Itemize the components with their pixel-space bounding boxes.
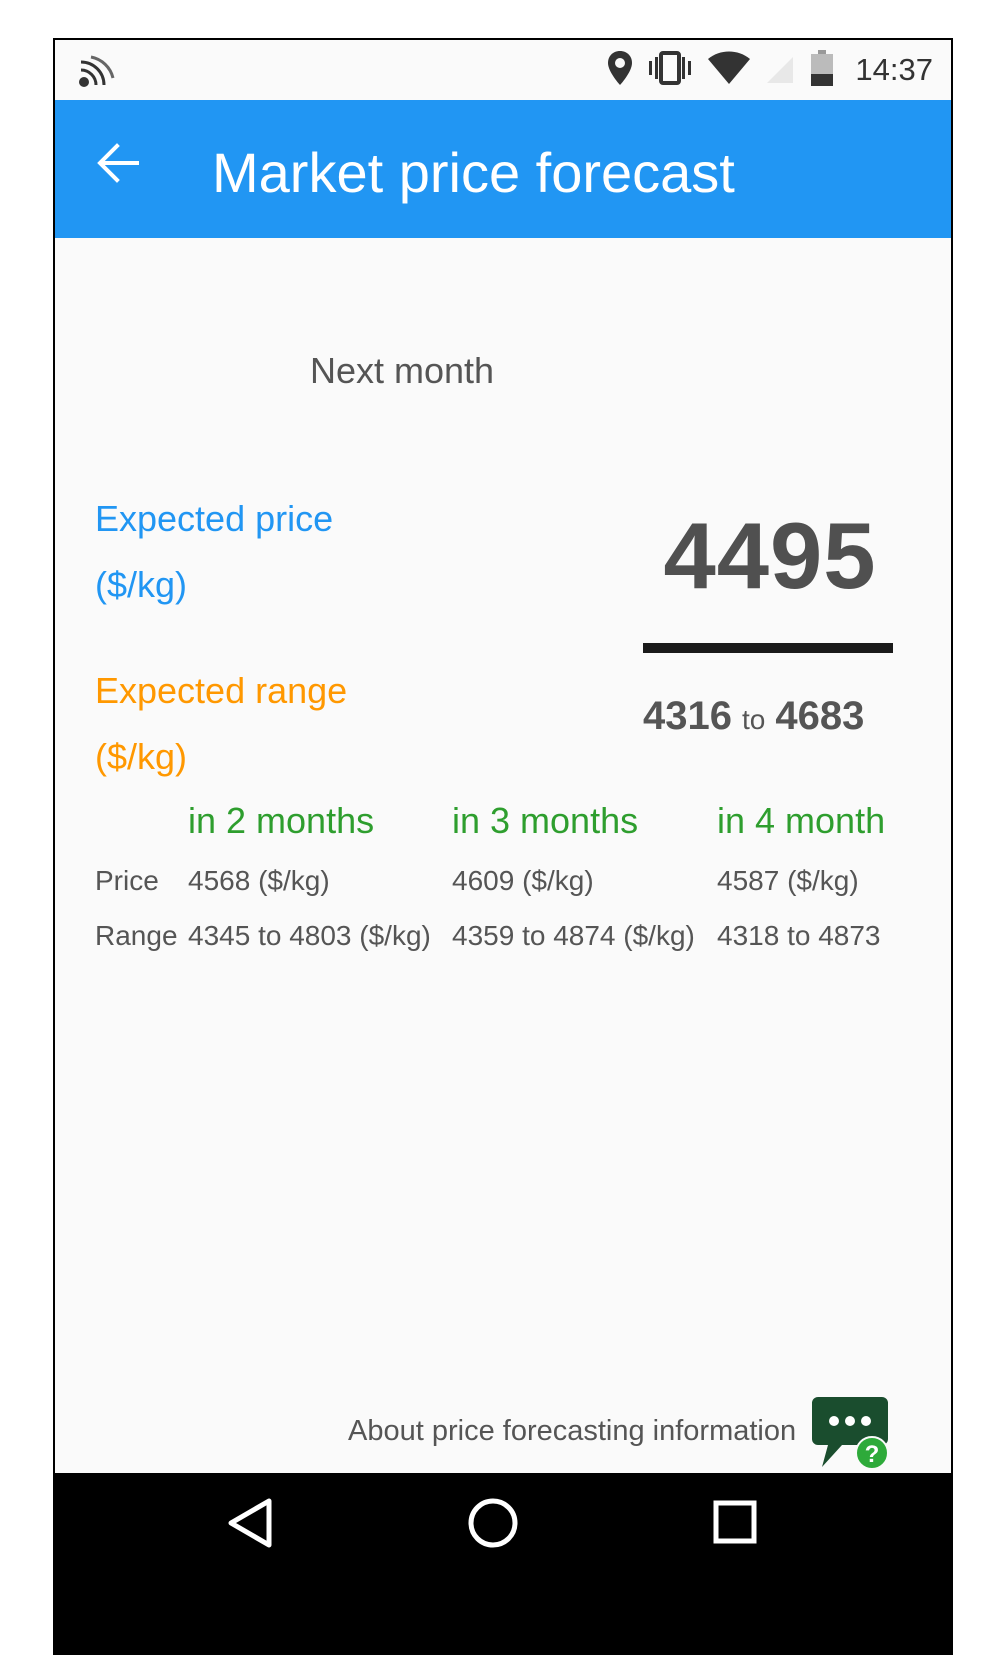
- expected-range-unit: ($/kg): [95, 736, 188, 777]
- nav-back-button[interactable]: [225, 1495, 275, 1556]
- expected-range-label: Expected range ($/kg): [95, 658, 347, 790]
- recents-square-icon: [713, 1500, 757, 1544]
- expected-range-values: 4316 to 4683: [643, 694, 893, 739]
- chat-help-icon[interactable]: ?: [810, 1395, 890, 1476]
- row-label-price: Price: [95, 865, 159, 896]
- expected-price-label: Expected price ($/kg): [95, 486, 333, 618]
- signal-icon: [765, 51, 795, 90]
- column-header-3-months: in 3 months: [452, 800, 639, 841]
- nav-home-button[interactable]: [465, 1495, 521, 1556]
- status-bar: 14:37: [55, 40, 951, 100]
- wifi-icon: [707, 51, 751, 90]
- page-title: Market price forecast: [212, 141, 735, 204]
- nav-recents-button[interactable]: [710, 1495, 760, 1556]
- range-2-months: 4345 to 4803 ($/kg): [188, 920, 431, 951]
- back-triangle-icon: [228, 1498, 272, 1548]
- expected-price-title: Expected price: [95, 498, 334, 539]
- navigation-bar: [55, 1473, 951, 1655]
- vibrate-icon: [647, 50, 693, 90]
- price-4-months: 4587 ($/kg): [717, 865, 859, 896]
- price-2-months: 4568 ($/kg): [188, 865, 330, 896]
- battery-icon: [809, 49, 835, 92]
- column-header-2-months: in 2 months: [188, 800, 375, 841]
- price-underline: [643, 643, 893, 653]
- range-low: 4316: [643, 694, 732, 738]
- range-3-months: 4359 to 4874 ($/kg): [452, 920, 695, 951]
- expected-price-unit: ($/kg): [95, 564, 188, 605]
- status-clock: 14:37: [855, 52, 933, 87]
- location-icon: [607, 50, 633, 91]
- about-forecast-link[interactable]: About price forecasting information: [348, 1415, 796, 1448]
- period-label: Next month: [310, 350, 495, 391]
- phone-screen: 14:37 Market price forecast Next month E…: [53, 38, 953, 1655]
- back-button[interactable]: [95, 140, 155, 200]
- expected-price-value: 4495: [663, 503, 877, 608]
- app-bar: Market price forecast: [55, 100, 951, 238]
- price-3-months: 4609 ($/kg): [452, 865, 594, 896]
- svg-text:?: ?: [865, 1441, 880, 1468]
- range-to: to: [741, 704, 766, 735]
- row-label-range: Range: [95, 920, 178, 951]
- range-4-months: 4318 to 4873: [717, 920, 881, 951]
- expected-range-title: Expected range: [95, 670, 348, 711]
- range-high: 4683: [775, 694, 865, 738]
- cast-icon: [77, 54, 117, 93]
- column-header-4-months: in 4 month: [717, 800, 886, 841]
- home-circle-icon: [468, 1498, 518, 1548]
- arrow-back-icon: [97, 143, 139, 183]
